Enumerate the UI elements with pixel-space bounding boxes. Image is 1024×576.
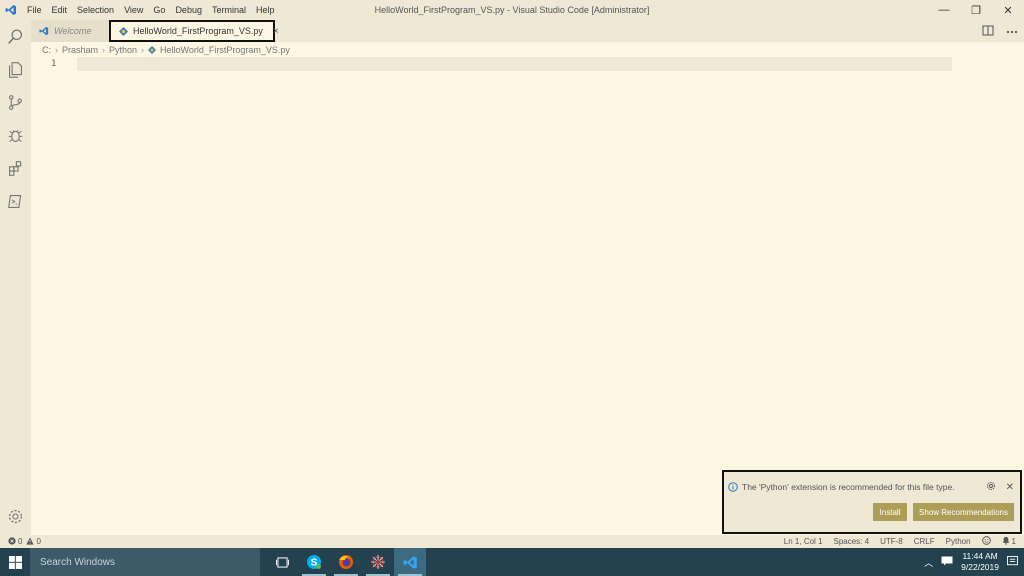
chevron-right-icon: › [102, 45, 106, 55]
close-icon[interactable]: ✕ [1006, 482, 1014, 493]
action-center-icon[interactable] [1007, 555, 1018, 569]
title-bar: File Edit Selection View Go Debug Termin… [0, 0, 1024, 20]
error-count: 0 [18, 537, 23, 546]
show-recommendations-button[interactable]: Show Recommendations [913, 503, 1014, 521]
menu-terminal[interactable]: Terminal [207, 0, 251, 20]
message-icon[interactable] [941, 556, 953, 568]
eol-setting[interactable]: CRLF [914, 537, 935, 546]
task-view-icon[interactable] [266, 548, 298, 576]
firefox-icon[interactable] [330, 548, 362, 576]
remote-explorer-icon[interactable] [0, 185, 31, 218]
python-file-icon [119, 26, 128, 36]
editor-actions [982, 20, 1018, 42]
info-icon [728, 482, 738, 492]
install-button[interactable]: Install [873, 503, 907, 521]
line-number: 1 [51, 59, 57, 69]
menu-selection[interactable]: Selection [72, 0, 119, 20]
menu-file[interactable]: File [22, 0, 47, 20]
status-bar: 0 0 Ln 1, Col 1 Spaces: 4 UTF-8 CRLF Pyt… [0, 535, 1024, 548]
menu-go[interactable]: Go [148, 0, 170, 20]
gear-icon[interactable] [986, 481, 996, 493]
notifications-indicator[interactable]: 1 [1002, 536, 1016, 547]
menu-edit[interactable]: Edit [47, 0, 73, 20]
taskbar-search-input[interactable]: Search Windows [30, 548, 260, 576]
system-tray: ︿ 11:44 AM 9/22/2019 [924, 548, 1018, 576]
breadcrumb-folder-python[interactable]: Python [109, 45, 137, 55]
feedback-smiley-icon[interactable] [981, 536, 991, 547]
encoding-setting[interactable]: UTF-8 [880, 537, 903, 546]
gear-icon[interactable] [0, 500, 31, 533]
windows-start-icon[interactable] [0, 548, 30, 576]
more-actions-icon[interactable] [1006, 26, 1018, 36]
notification-message: The 'Python' extension is recommended fo… [728, 482, 955, 492]
menu-help[interactable]: Help [251, 0, 280, 20]
activity-bar [0, 20, 31, 535]
menu-bar: File Edit Selection View Go Debug Termin… [22, 0, 280, 20]
vscode-tab-icon [39, 26, 49, 36]
tab-label: HelloWorld_FirstProgram_VS.py [133, 26, 263, 36]
vscode-logo-icon [0, 0, 22, 20]
warning-icon [26, 536, 35, 547]
problems-indicator[interactable]: 0 0 [8, 536, 41, 547]
extension-recommendation-toast: The 'Python' extension is recommended fo… [722, 470, 1022, 534]
split-editor-icon[interactable] [982, 25, 994, 38]
python-file-icon [148, 46, 157, 54]
close-window-button[interactable]: ✕ [992, 0, 1024, 20]
menu-debug[interactable]: Debug [170, 0, 207, 20]
code-editor[interactable]: 1 [31, 57, 1024, 535]
breadcrumb-folder-prasham[interactable]: Prasham [62, 45, 98, 55]
close-tab-icon[interactable]: × [273, 26, 279, 37]
indentation-setting[interactable]: Spaces: 4 [834, 537, 870, 546]
error-icon [8, 536, 16, 547]
clock-time: 11:44 AM [962, 551, 998, 561]
tab-helloworld-py[interactable]: HelloWorld_FirstProgram_VS.py × [109, 20, 279, 42]
notification-count: 1 [1011, 537, 1016, 546]
tab-welcome[interactable]: Welcome [31, 20, 109, 42]
skype-icon[interactable]: S [298, 548, 330, 576]
breadcrumb-file[interactable]: HelloWorld_FirstProgram_VS.py [160, 45, 290, 55]
warning-count: 0 [36, 537, 41, 546]
network-app-icon[interactable] [362, 548, 394, 576]
clock-date: 9/22/2019 [961, 562, 999, 572]
clock[interactable]: 11:44 AM 9/22/2019 [961, 551, 999, 573]
current-line-highlight [77, 57, 952, 71]
extensions-icon[interactable] [0, 152, 31, 185]
chevron-right-icon: › [55, 45, 58, 55]
debug-icon[interactable] [0, 119, 31, 152]
notification-tools: ✕ [986, 481, 1014, 493]
minimize-button[interactable]: — [928, 0, 960, 20]
menu-view[interactable]: View [119, 0, 148, 20]
vscode-taskbar-icon[interactable] [394, 548, 426, 576]
chevron-up-icon[interactable]: ︿ [924, 556, 933, 569]
search-icon[interactable] [0, 20, 31, 53]
cursor-position[interactable]: Ln 1, Col 1 [784, 537, 823, 546]
chevron-right-icon: › [141, 45, 145, 55]
language-mode[interactable]: Python [946, 537, 971, 546]
tab-bar: Welcome HelloWorld_FirstProgram_VS.py × [31, 20, 1024, 42]
files-icon[interactable] [0, 53, 31, 86]
window-controls: — ❐ ✕ [928, 0, 1024, 20]
windows-taskbar: Search Windows S ︿ 11:44 AM 9/22/2019 [0, 548, 1024, 576]
breadcrumb-drive[interactable]: C: [42, 45, 51, 55]
tab-label: Welcome [54, 26, 92, 36]
notification-text: The 'Python' extension is recommended fo… [742, 482, 955, 492]
bell-icon [1002, 536, 1010, 547]
restore-button[interactable]: ❐ [960, 0, 992, 20]
source-control-icon[interactable] [0, 86, 31, 119]
breadcrumb: C: › Prasham › Python › HelloWorld_First… [42, 43, 290, 57]
status-right-items: Ln 1, Col 1 Spaces: 4 UTF-8 CRLF Python … [784, 536, 1016, 547]
